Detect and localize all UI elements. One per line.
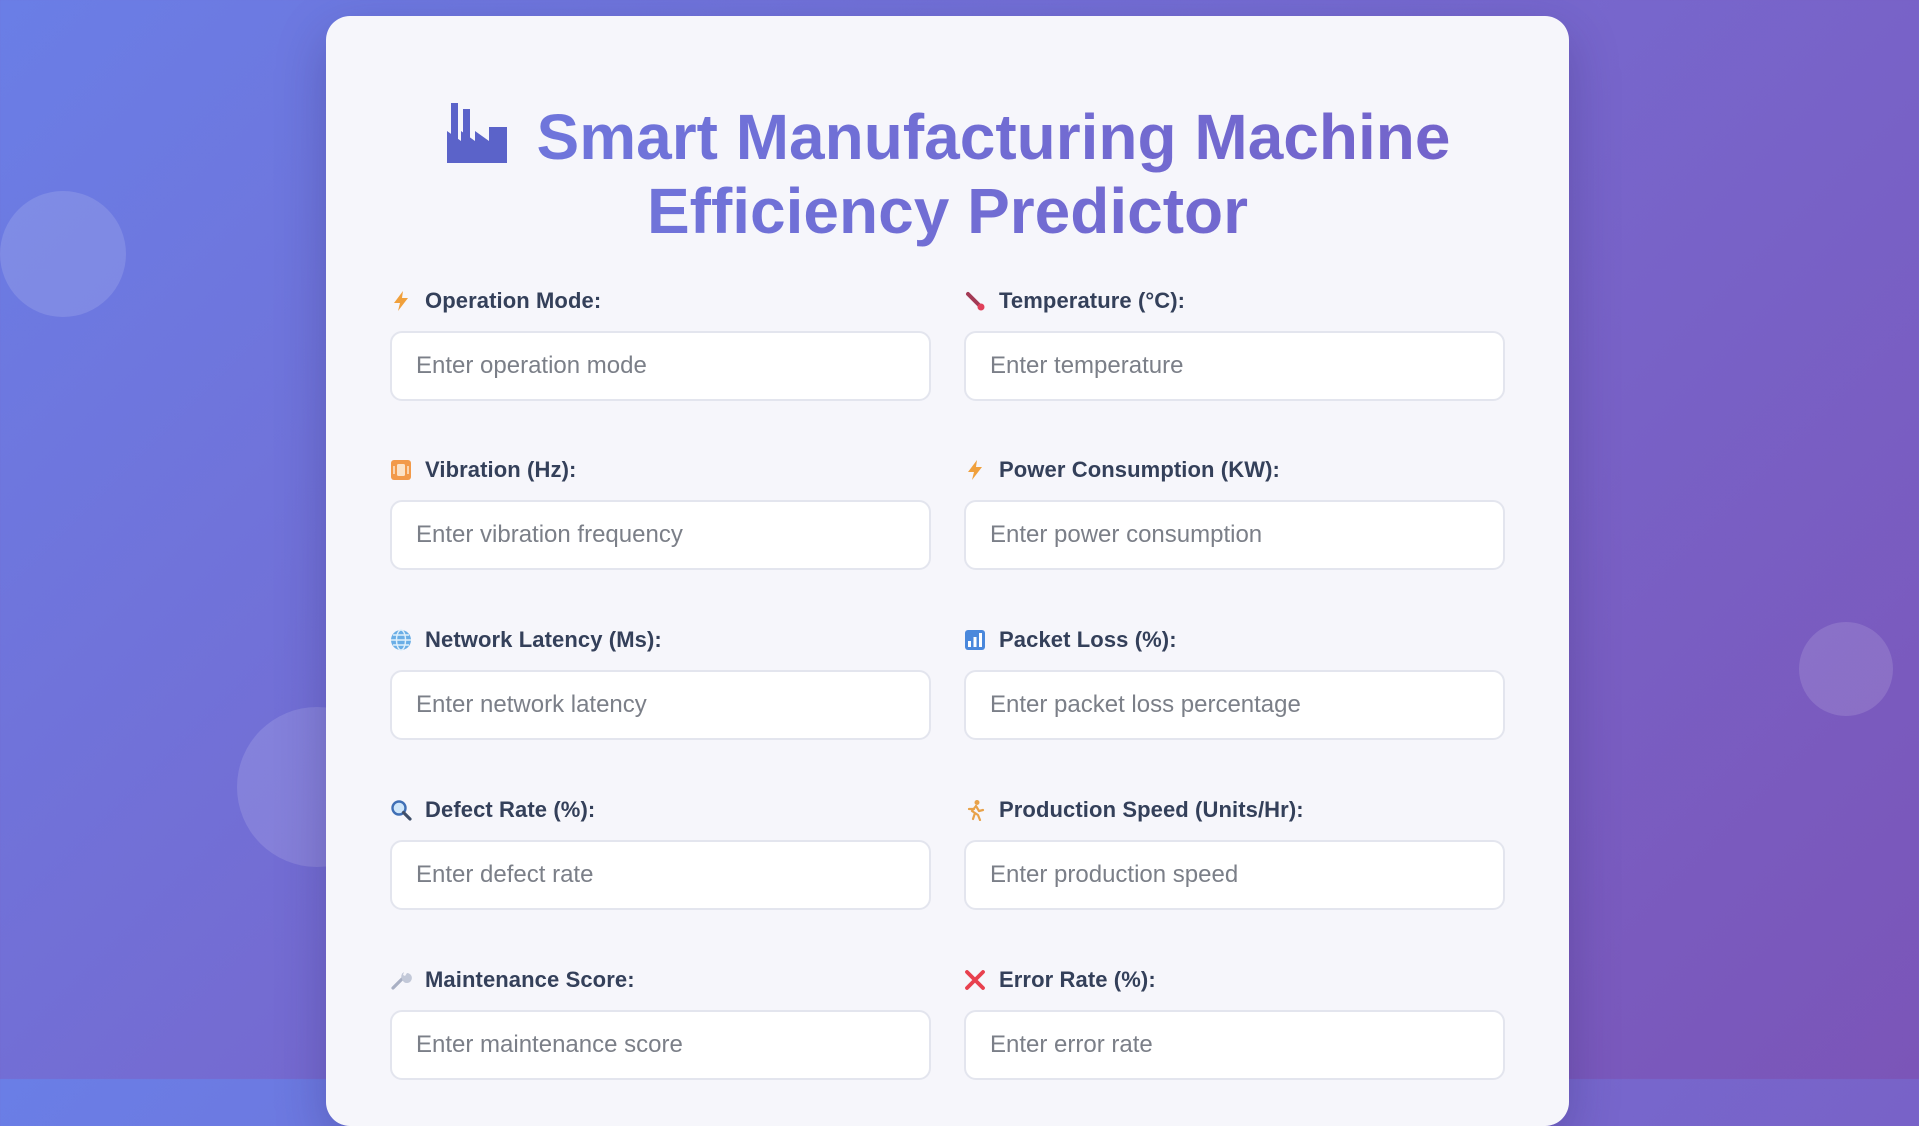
predictor-form-card: Smart Manufacturing Machine Efficiency P… (326, 16, 1569, 1126)
field-production-speed: Production Speed (Units/Hr): (964, 795, 1505, 910)
runner-icon (964, 799, 986, 821)
title-text-2: Efficiency Predictor (646, 175, 1249, 247)
error-rate-input[interactable] (964, 1010, 1505, 1080)
factory-icon (445, 101, 509, 165)
packet-loss-label: Packet Loss (%): (999, 627, 1177, 652)
error-rate-label: Error Rate (%): (999, 967, 1156, 992)
maintenance-score-input[interactable] (390, 1010, 931, 1080)
packet-loss-input[interactable] (964, 670, 1505, 740)
production-speed-input[interactable] (964, 840, 1505, 910)
globe-icon (390, 629, 412, 651)
field-power-consumption: Power Consumption (KW): (964, 455, 1505, 570)
temperature-input[interactable] (964, 331, 1505, 401)
field-packet-loss: Packet Loss (%): (964, 625, 1505, 740)
network-latency-label: Network Latency (Ms): (425, 627, 662, 652)
title-line-1: Smart Manufacturing Machine (326, 100, 1569, 174)
temperature-label: Temperature (°C): (999, 288, 1186, 313)
cross-mark-icon (964, 969, 986, 991)
lightning-icon (390, 290, 412, 312)
thermometer-icon (964, 290, 986, 312)
field-defect-rate: Defect Rate (%): (390, 795, 931, 910)
production-speed-label: Production Speed (Units/Hr): (999, 797, 1304, 822)
vibration-input[interactable] (390, 500, 931, 570)
wrench-icon (390, 969, 412, 991)
power-consumption-input[interactable] (964, 500, 1505, 570)
defect-rate-label: Defect Rate (%): (425, 797, 596, 822)
background-bubble (0, 191, 126, 317)
background-bubble (1799, 622, 1893, 716)
bar-chart-icon (964, 629, 986, 651)
power-consumption-label: Power Consumption (KW): (999, 457, 1280, 482)
field-error-rate: Error Rate (%): (964, 965, 1505, 1080)
operation-mode-label: Operation Mode: (425, 288, 602, 313)
field-temperature: Temperature (°C): (964, 286, 1505, 401)
vibration-icon (390, 459, 412, 481)
lightning-icon (964, 459, 986, 481)
maintenance-score-label: Maintenance Score: (425, 967, 635, 992)
vibration-label: Vibration (Hz): (425, 457, 577, 482)
magnifier-icon (390, 799, 412, 821)
field-maintenance-score: Maintenance Score: (390, 965, 931, 1080)
page-title: Smart Manufacturing Machine Efficiency P… (326, 100, 1569, 248)
field-operation-mode: Operation Mode: (390, 286, 931, 401)
title-text-1: Smart Manufacturing Machine (536, 101, 1451, 173)
field-network-latency: Network Latency (Ms): (390, 625, 931, 740)
defect-rate-input[interactable] (390, 840, 931, 910)
network-latency-input[interactable] (390, 670, 931, 740)
operation-mode-input[interactable] (390, 331, 931, 401)
field-vibration: Vibration (Hz): (390, 455, 931, 570)
